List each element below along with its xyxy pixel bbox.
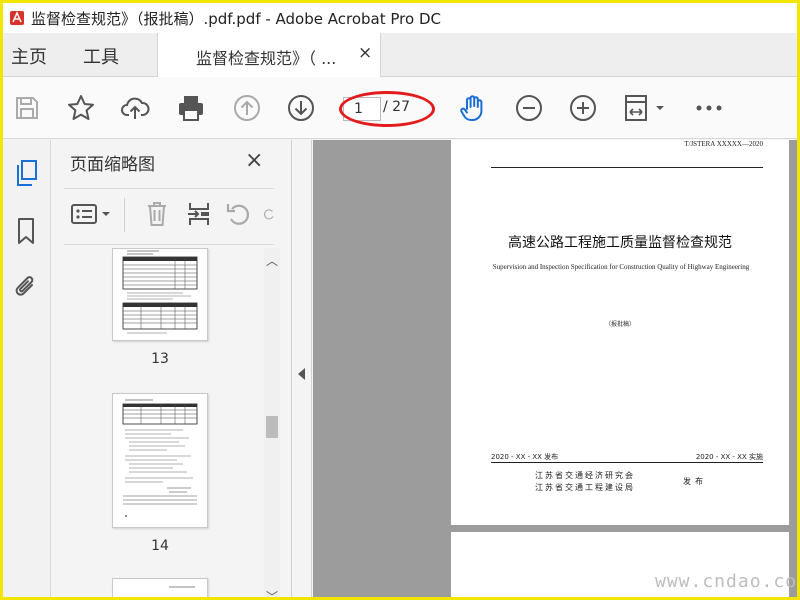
rule-line	[491, 462, 763, 463]
scroll-up-arrow-icon[interactable]: ︿	[266, 252, 278, 269]
bookmarks-icon[interactable]	[9, 214, 43, 248]
zoom-out-icon[interactable]	[513, 92, 545, 124]
issue-label: 发布	[683, 477, 707, 486]
thumbnail-page-number: 13	[151, 351, 169, 367]
document-title-en: Supervision and Inspection Specification…	[492, 263, 750, 271]
page-fit-icon[interactable]	[621, 92, 669, 124]
rule-line	[491, 167, 763, 168]
document-view[interactable]: T/JSTERA XXXXX—2020 高速公路工程施工质量监督检查规范 Sup…	[313, 140, 797, 597]
issue-date: 2020 - XX - XX 发布	[491, 453, 559, 461]
publisher-1: 江苏省交通经济研究会	[535, 471, 635, 480]
window-title: 监督检查规范》（报批稿）.pdf.pdf - Adobe Acrobat Pro…	[31, 9, 441, 28]
app-window: 监督检查规范》（报批稿）.pdf.pdf - Adobe Acrobat Pro…	[0, 0, 800, 600]
nav-home[interactable]: 主页	[11, 43, 47, 69]
divider	[124, 198, 125, 232]
draft-stage: （报批稿）	[604, 321, 635, 328]
delete-page-icon[interactable]	[140, 198, 174, 230]
standard-number: T/JSTERA XXXXX—2020	[684, 140, 763, 148]
implementation-date: 2020 - XX - XX 实施	[695, 453, 763, 461]
highlight-annotation-ellipse	[339, 91, 435, 127]
previous-page-icon[interactable]	[231, 92, 263, 124]
document-tab-label: 监督检查规范》（ ...	[196, 49, 337, 68]
tab-close-button[interactable]: ×	[358, 43, 372, 63]
acrobat-app-icon	[7, 8, 27, 28]
panel-close-button[interactable]: ×	[245, 148, 263, 173]
scrollbar-thumb[interactable]	[266, 416, 278, 438]
page-thumbnail[interactable]	[112, 578, 208, 597]
panel-splitter[interactable]	[292, 140, 312, 597]
attachments-icon[interactable]	[9, 270, 43, 304]
rotate-clockwise-icon[interactable]	[262, 198, 276, 230]
title-bar: 监督检查规范》（报批稿）.pdf.pdf - Adobe Acrobat Pro…	[3, 3, 797, 33]
panel-title: 页面缩略图	[70, 155, 155, 175]
document-tab[interactable]: 监督检查规范》（ ... ×	[157, 33, 381, 77]
thumbnail-scrollbar[interactable]: ︿ ﹀	[264, 248, 280, 597]
publisher-2: 江苏省交通工程建设局	[535, 483, 635, 492]
print-icon[interactable]	[175, 92, 207, 124]
pdf-page: T/JSTERA XXXXX—2020 高速公路工程施工质量监督检查规范 Sup…	[451, 140, 789, 525]
document-title-cn: 高速公路工程施工质量监督检查规范	[508, 235, 732, 251]
next-page-icon[interactable]	[285, 92, 317, 124]
nav-tools[interactable]: 工具	[83, 43, 119, 69]
cloud-upload-icon[interactable]	[119, 92, 151, 124]
page-thumbnails-icon[interactable]	[9, 156, 43, 190]
bookmark-star-icon[interactable]	[65, 92, 97, 124]
rotate-page-icon[interactable]	[222, 198, 256, 230]
collapse-panel-arrow-icon[interactable]	[298, 368, 305, 380]
more-options-icon[interactable]	[693, 92, 725, 124]
page-thumbnail[interactable]	[112, 248, 208, 341]
thumbnails-panel: 页面缩略图 × 13 14 ︿ ﹀	[52, 140, 292, 597]
zoom-in-icon[interactable]	[567, 92, 599, 124]
divider	[64, 188, 274, 189]
left-navigation-rail	[3, 140, 51, 597]
thumbnail-options-icon[interactable]	[70, 198, 114, 230]
scroll-down-arrow-icon[interactable]: ﹀	[266, 588, 278, 597]
tab-bar: 主页 工具 监督检查规范》（ ... ×	[3, 33, 797, 77]
divider	[64, 244, 274, 245]
hand-tool-icon[interactable]	[457, 92, 489, 124]
thumbnail-list: 13 14	[52, 248, 274, 597]
page-thumbnail[interactable]	[112, 393, 208, 528]
insert-page-icon[interactable]	[182, 198, 216, 230]
site-watermark: www.cndao.com	[655, 571, 800, 592]
thumbnail-page-number: 14	[151, 538, 169, 554]
toolbar: 1 / 27	[3, 77, 797, 139]
save-icon[interactable]	[11, 92, 43, 124]
